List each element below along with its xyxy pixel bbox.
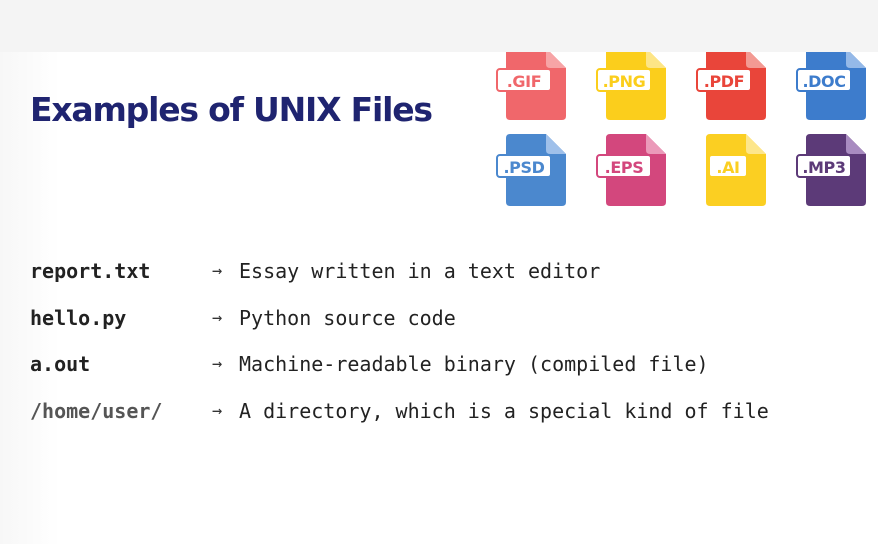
file-description: A directory, which is a special kind of … bbox=[239, 399, 769, 424]
file-examples-list: report.txt → Essay written in a text edi… bbox=[30, 258, 870, 445]
file-label: .DOC bbox=[796, 68, 852, 92]
slide: Examples of UNIX Files .GIF .PNG .PDF .D… bbox=[0, 52, 878, 544]
file-name: report.txt bbox=[30, 259, 151, 283]
png-file-icon: .PNG bbox=[594, 52, 670, 122]
file-label: .GIF bbox=[496, 68, 552, 92]
arrow-icon: → bbox=[212, 354, 223, 375]
file-name: a.out bbox=[30, 352, 91, 377]
ai-file-icon: .AI bbox=[694, 132, 770, 208]
pdf-file-icon: .PDF bbox=[694, 52, 770, 122]
file-name: hello.py bbox=[30, 305, 127, 330]
gif-file-icon: .GIF bbox=[494, 52, 570, 122]
arrow-icon: → bbox=[212, 261, 223, 281]
file-label: .AI bbox=[708, 154, 748, 178]
list-item: a.out → Machine-readable binary (compile… bbox=[30, 351, 870, 398]
file-label: .PSD bbox=[496, 154, 552, 178]
doc-file-icon: .DOC bbox=[794, 52, 870, 122]
list-item: /home/user/ → A directory, which is a sp… bbox=[30, 398, 870, 445]
file-label: .EPS bbox=[596, 154, 652, 178]
file-description: Machine-readable binary (compiled file) bbox=[239, 352, 709, 377]
file-label: .PNG bbox=[596, 68, 652, 92]
mp3-file-icon: .MP3 bbox=[794, 132, 870, 208]
arrow-icon: → bbox=[212, 401, 223, 422]
file-type-icons: .GIF .PNG .PDF .DOC .PSD .EPS .AI .MP3 bbox=[494, 52, 878, 212]
arrow-icon: → bbox=[212, 307, 223, 328]
file-label: .MP3 bbox=[796, 154, 852, 178]
file-label: .PDF bbox=[696, 68, 752, 92]
file-description: Essay written in a text editor bbox=[239, 259, 601, 283]
list-item: hello.py → Python source code bbox=[30, 305, 870, 352]
slide-title: Examples of UNIX Files bbox=[30, 90, 433, 129]
file-description: Python source code bbox=[239, 305, 456, 330]
list-item: report.txt → Essay written in a text edi… bbox=[30, 258, 870, 305]
eps-file-icon: .EPS bbox=[594, 132, 670, 208]
top-bar bbox=[0, 0, 878, 52]
psd-file-icon: .PSD bbox=[494, 132, 570, 208]
file-name: /home/user/ bbox=[30, 399, 163, 424]
